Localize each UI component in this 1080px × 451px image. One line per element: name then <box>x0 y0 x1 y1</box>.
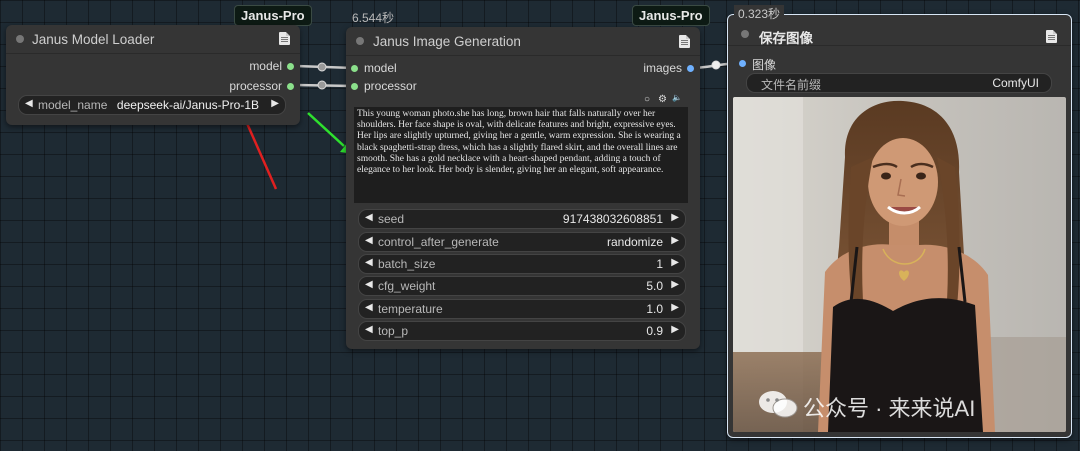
speaker-icon[interactable]: 🔈 <box>672 93 682 102</box>
node-header[interactable]: Janus Model Loader <box>6 25 300 54</box>
widget-label: top_p <box>378 324 409 338</box>
widget-value: 917438032608851 <box>562 212 663 226</box>
top-p-widget[interactable]: ◀ top_p 0.9 ▶ <box>358 321 686 341</box>
arrow-left-icon[interactable]: ◀ <box>25 98 33 109</box>
wire-reroute-dot <box>317 62 327 72</box>
cfg-weight-widget[interactable]: ◀ cfg_weight 5.0 ▶ <box>358 276 686 296</box>
generation-timing: 6.544秒 <box>352 11 395 25</box>
arrow-left-icon[interactable]: ◀ <box>365 212 373 223</box>
collapse-dot[interactable] <box>16 35 24 43</box>
document-icon[interactable] <box>1046 30 1057 43</box>
arrow-right-icon[interactable]: ▶ <box>671 279 679 290</box>
arrow-left-icon[interactable]: ◀ <box>365 324 373 335</box>
output-port-model[interactable] <box>287 63 294 70</box>
widget-label: control_after_generate <box>378 235 499 249</box>
widget-value: 1.0 <box>646 302 663 316</box>
arrow-right-icon[interactable]: ▶ <box>671 235 679 246</box>
node-header[interactable]: Janus Image Generation <box>346 27 700 56</box>
widget-label: 文件名前缀 <box>761 78 822 92</box>
collapse-dot[interactable] <box>356 37 364 45</box>
widget-label: model_name <box>38 98 108 112</box>
output-label-images: images <box>643 61 682 75</box>
node-title: 保存图像 <box>759 31 813 46</box>
input-port-processor[interactable] <box>351 83 358 90</box>
model-name-combo[interactable]: ◀ model_name deepseek-ai/Janus-Pro-1B ▶ <box>18 95 286 115</box>
widget-value: 5.0 <box>646 279 663 293</box>
wire-reroute-dot <box>317 80 327 90</box>
output-port-images[interactable] <box>687 65 694 72</box>
gear-icon[interactable]: ⚙ <box>658 94 667 105</box>
widget-label: temperature <box>378 302 443 316</box>
prompt-textarea[interactable]: This young woman photo.she has long, bro… <box>354 107 688 203</box>
output-label-processor: processor <box>229 79 282 93</box>
output-label-model: model <box>249 59 282 73</box>
arrow-right-icon[interactable]: ▶ <box>671 302 679 313</box>
temperature-widget[interactable]: ◀ temperature 1.0 ▶ <box>358 299 686 319</box>
circle-icon[interactable]: ○ <box>644 94 650 105</box>
widget-label: seed <box>378 212 405 226</box>
arrow-left-icon[interactable]: ◀ <box>365 257 373 268</box>
generated-image-preview[interactable]: 公众号 · 来来说AI <box>733 97 1066 432</box>
seed-widget[interactable]: ◀ seed 917438032608851 ▶ <box>358 209 686 229</box>
widget-label: batch_size <box>378 257 436 271</box>
widget-value: 1 <box>656 257 663 271</box>
generator-badge: Janus-Pro <box>632 5 710 26</box>
node-title: Janus Image Generation <box>373 34 521 49</box>
widget-label: cfg_weight <box>378 279 436 293</box>
input-label-image: 图像 <box>752 58 777 72</box>
arrow-right-icon[interactable]: ▶ <box>271 98 279 109</box>
watermark-text: 公众号 · 来来说AI <box>803 396 976 421</box>
input-label-processor: processor <box>364 79 417 93</box>
arrow-right-icon[interactable]: ▶ <box>671 212 679 223</box>
green-annotation-arrow <box>307 112 345 147</box>
widget-value: deepseek-ai/Janus-Pro-1B <box>116 98 259 112</box>
wire-reroute-dot <box>711 60 721 70</box>
input-port-image[interactable] <box>739 60 746 67</box>
wechat-icon <box>759 391 798 418</box>
janus-image-generation-node[interactable]: Janus Image Generation model processor i… <box>346 27 700 349</box>
loader-badge: Janus-Pro <box>234 5 312 26</box>
arrow-right-icon[interactable]: ▶ <box>671 257 679 268</box>
janus-model-loader-node[interactable]: Janus Model Loader model processor ◀ mod… <box>6 25 300 125</box>
arrow-left-icon[interactable]: ◀ <box>365 235 373 246</box>
arrow-left-icon[interactable]: ◀ <box>365 279 373 290</box>
save-image-node[interactable]: 0.323秒 保存图像 图像 文件名前缀 ComfyUI 公众号 · 来来说AI <box>727 5 1072 438</box>
widget-value: 0.9 <box>646 324 663 338</box>
control-after-generate-widget[interactable]: ◀ control_after_generate randomize ▶ <box>358 232 686 252</box>
batch-size-widget[interactable]: ◀ batch_size 1 ▶ <box>358 254 686 274</box>
filename-prefix-widget[interactable]: 文件名前缀 ComfyUI <box>746 73 1052 93</box>
portrait-image <box>733 97 1066 432</box>
document-icon[interactable] <box>279 32 290 45</box>
output-port-processor[interactable] <box>287 83 294 90</box>
node-title: Janus Model Loader <box>32 32 155 47</box>
input-label-model: model <box>364 61 397 75</box>
widget-value: ComfyUI <box>992 76 1039 90</box>
input-port-model[interactable] <box>351 65 358 72</box>
widget-value: randomize <box>606 235 663 249</box>
document-icon[interactable] <box>679 35 690 48</box>
node-header[interactable]: 保存图像 <box>728 15 1071 46</box>
arrow-right-icon[interactable]: ▶ <box>671 324 679 335</box>
collapse-dot[interactable] <box>741 30 749 38</box>
arrow-left-icon[interactable]: ◀ <box>365 302 373 313</box>
